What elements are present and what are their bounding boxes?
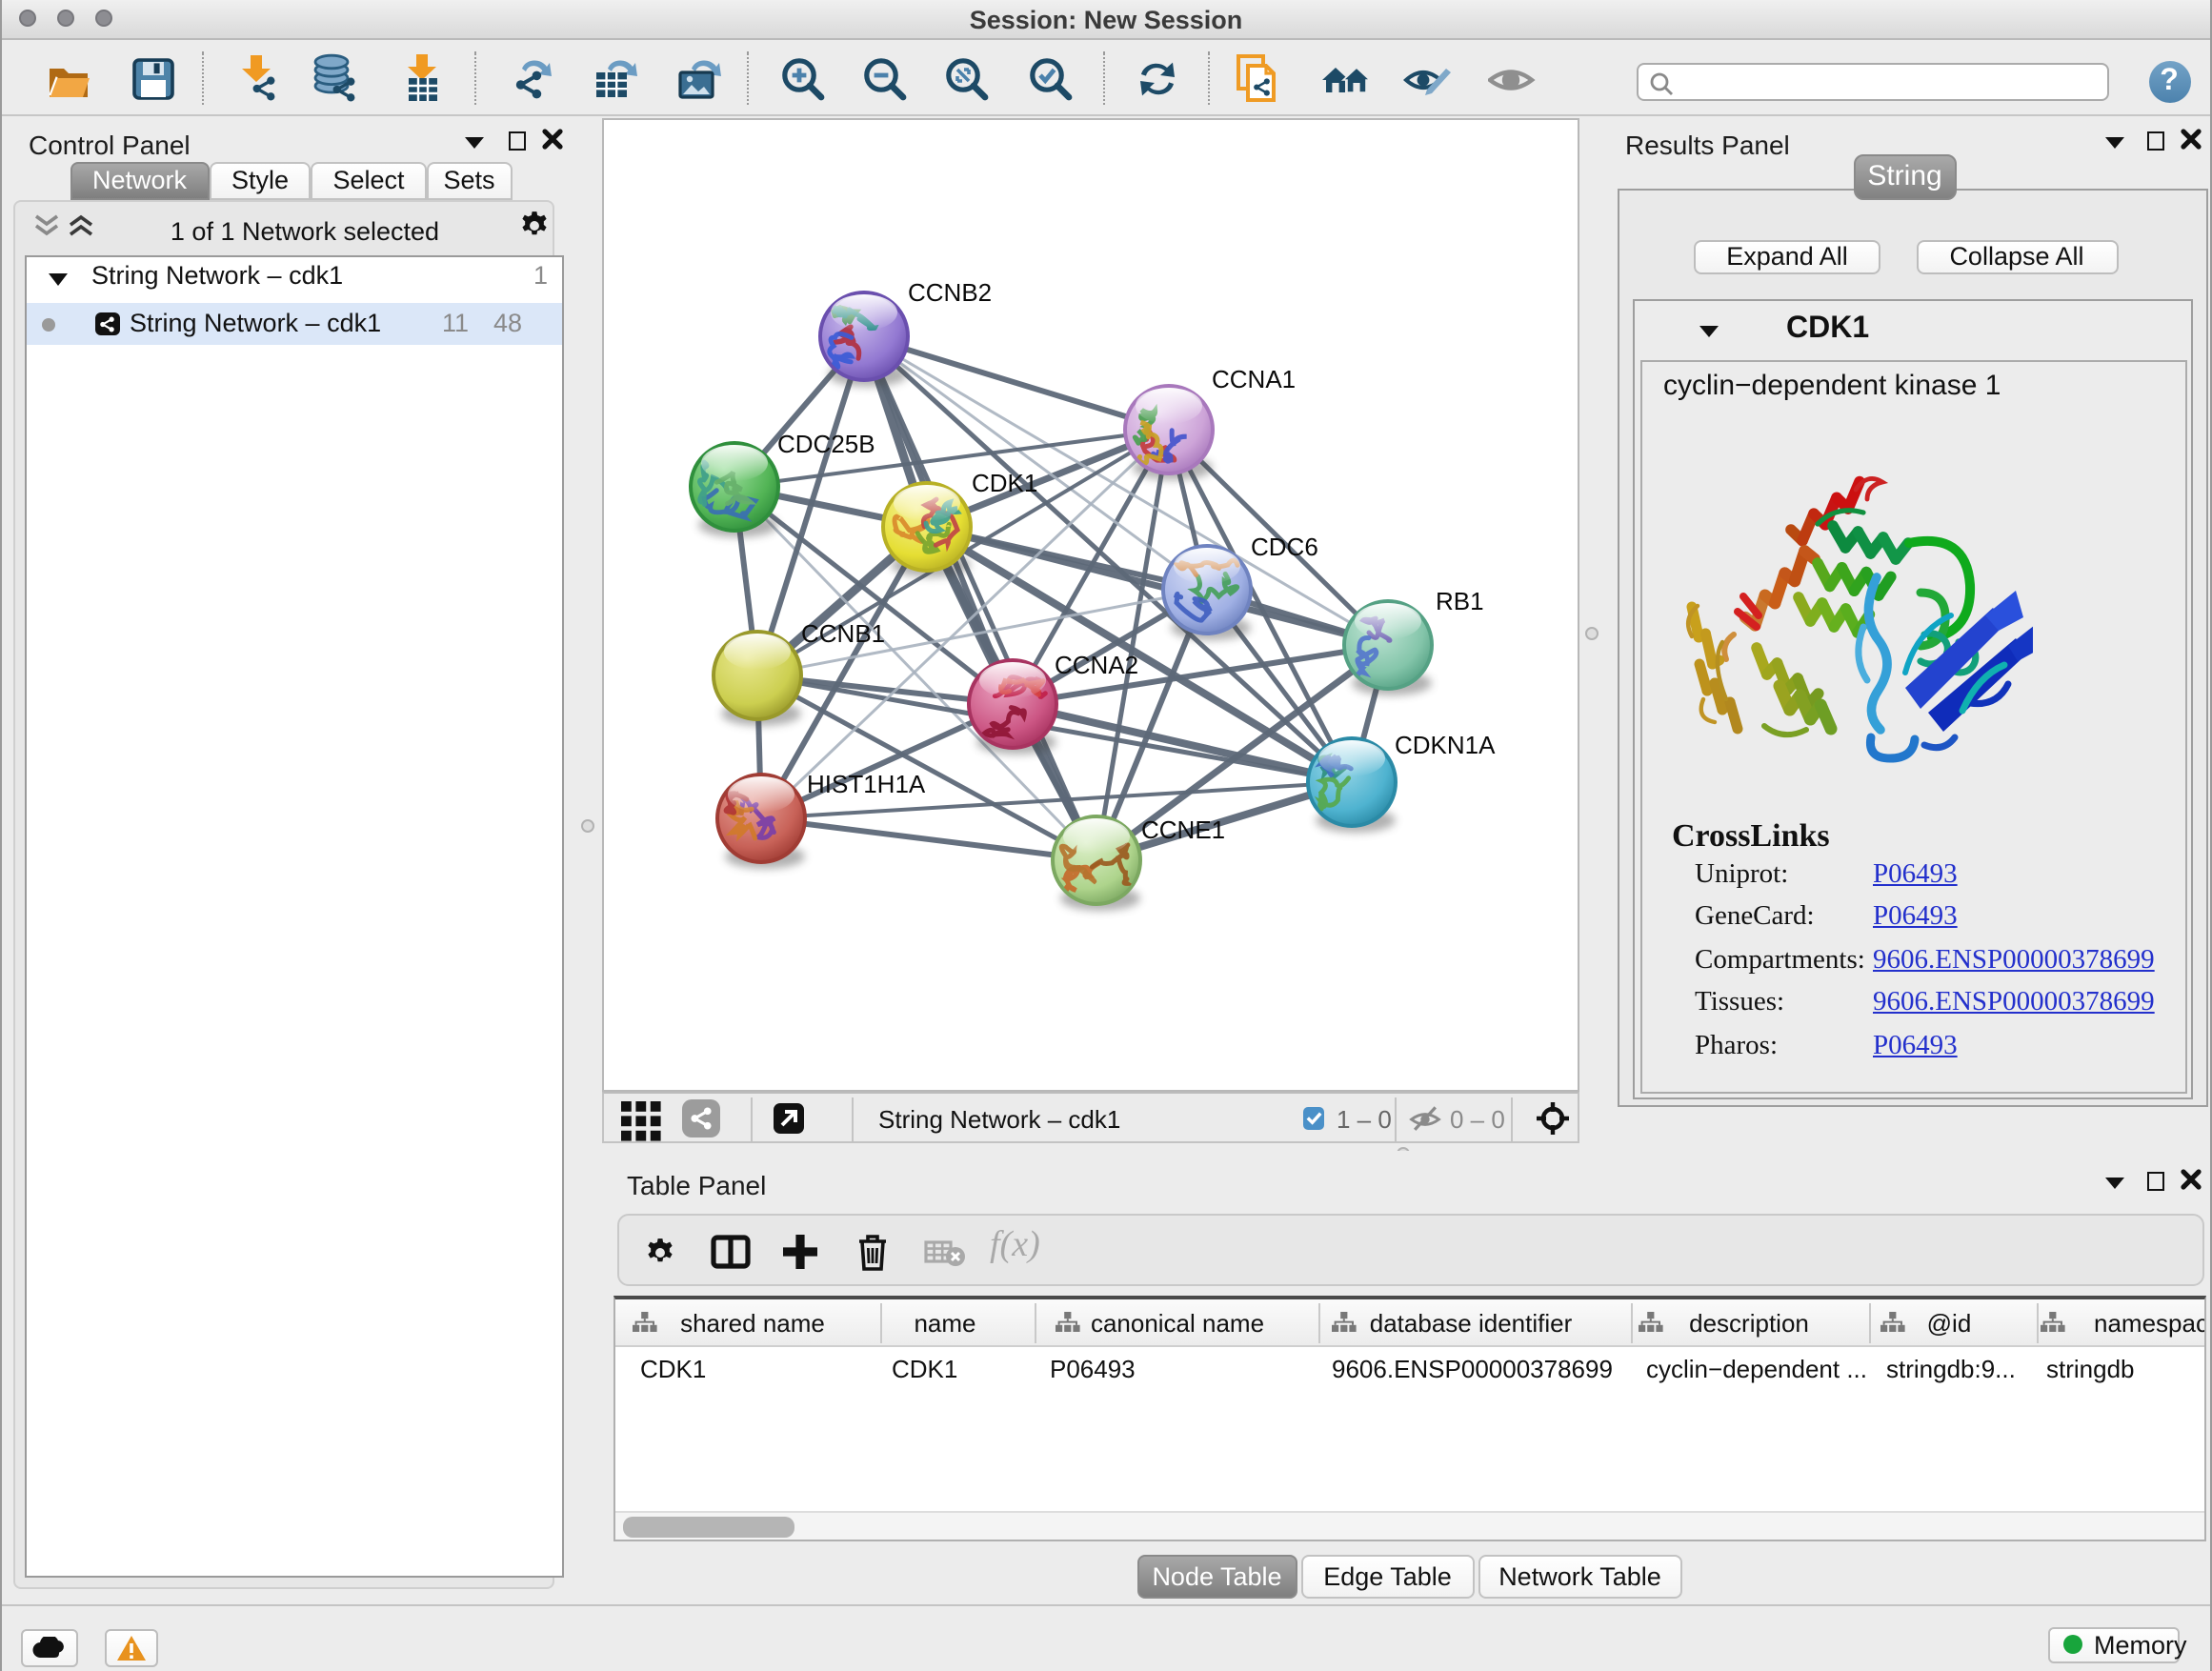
- svg-text:CDK1: CDK1: [971, 468, 1036, 496]
- svg-text:CCNB2: CCNB2: [907, 277, 991, 306]
- svg-text:CDKN1A: CDKN1A: [1394, 730, 1495, 758]
- svg-text:CCNE1: CCNE1: [1140, 815, 1224, 843]
- svg-text:RB1: RB1: [1435, 586, 1483, 614]
- svg-text:CCNA1: CCNA1: [1211, 364, 1295, 393]
- svg-text:CCNB1: CCNB1: [800, 618, 884, 647]
- svg-text:CDC6: CDC6: [1250, 532, 1317, 560]
- svg-text:CCNA2: CCNA2: [1054, 650, 1137, 678]
- svg-text:CDC25B: CDC25B: [776, 429, 875, 457]
- svg-text:HIST1H1A: HIST1H1A: [806, 769, 925, 797]
